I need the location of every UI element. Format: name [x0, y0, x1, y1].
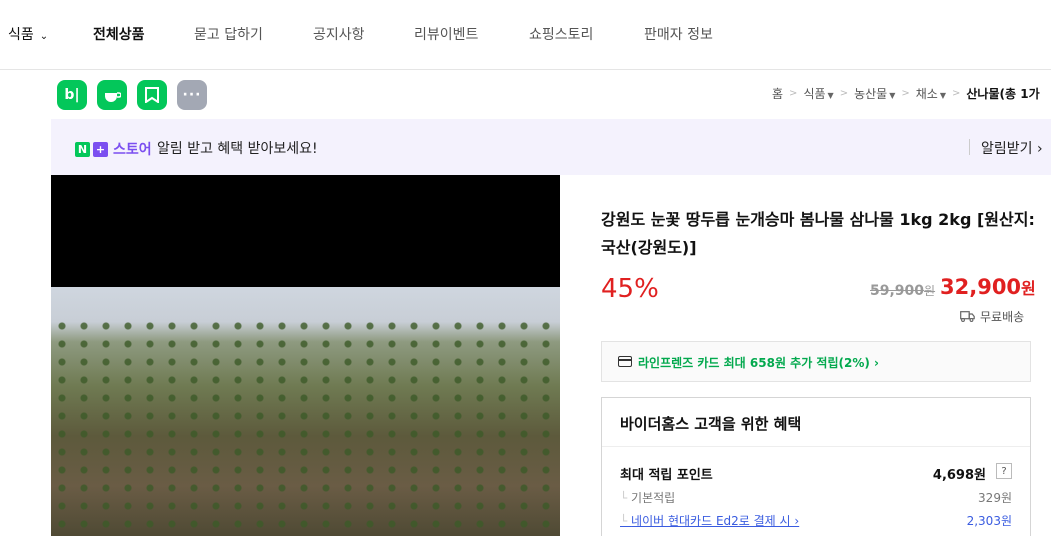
card-point-link[interactable]: 네이버 현대카드 Ed2로 결제 시 › [620, 512, 799, 529]
blog-share-label: b| [64, 87, 80, 103]
breadcrumb-level1[interactable]: 식품 ▼ [803, 85, 833, 102]
original-price-value: 59,900 [870, 283, 925, 299]
bookmark-k-icon [145, 87, 159, 103]
benefit-box: 바이더홈스 고객을 위한 혜택 최대 적립 포인트 4,698원 ? 기본적립 … [601, 397, 1031, 536]
triangle-down-icon: ▼ [939, 91, 946, 100]
truck-icon [960, 311, 975, 322]
nav-review-event[interactable]: 리뷰이벤트 [414, 24, 478, 44]
blog-share-icon[interactable]: b| [57, 80, 87, 110]
nav-shopping-story[interactable]: 쇼핑스토리 [529, 24, 593, 44]
basic-point-value: 329원 [978, 491, 1012, 505]
breadcrumb-level1-label: 식품 [803, 87, 826, 101]
max-point-value: 4,698원 [932, 468, 986, 483]
breadcrumb-separator: > [901, 88, 910, 99]
breadcrumb-level2[interactable]: 농산물 ▼ [854, 85, 895, 102]
original-price: 59,900원 [870, 282, 935, 299]
help-icon[interactable]: ? [996, 463, 1012, 479]
original-price-unit: 원 [924, 284, 936, 298]
product-title: 강원도 눈꽃 땅두릅 눈개승마 봄나물 삼나물 1kg 2kg [원산지:국산(… [601, 210, 1035, 257]
breadcrumb-separator: > [952, 88, 961, 99]
breadcrumb: 홈 > 식품 ▼ > 농산물 ▼ > 채소 ▼ > 산나물(총 1가 [772, 85, 1040, 102]
breadcrumb-level3[interactable]: 채소 ▼ [916, 85, 946, 102]
store-logo-text: 스토어 [113, 142, 152, 158]
card-promo-text: 라인프렌즈 카드 최대 658원 추가 적립(2%) › [638, 356, 879, 370]
product-main-image[interactable] [51, 175, 560, 536]
more-share-label: ··· [182, 87, 202, 103]
banner-divider [969, 139, 970, 155]
benefit-divider [602, 446, 1030, 447]
nav-all-products[interactable]: 전체상품 [93, 24, 145, 44]
cafe-share-icon[interactable] [97, 80, 127, 110]
breadcrumb-level3-label: 채소 [915, 87, 938, 101]
store-alert-banner: N + 스토어 알림 받고 혜택 받아보세요! 알림받기 › [51, 119, 1051, 175]
cafe-cup-icon [105, 92, 121, 102]
nav-notice[interactable]: 공지사항 [313, 24, 365, 44]
plant-texture [51, 317, 560, 536]
breadcrumb-separator: > [839, 88, 849, 99]
card-promo-box[interactable]: 라인프렌즈 카드 최대 658원 추가 적립(2%) › [601, 341, 1031, 382]
shipping-info: 무료배송 [960, 308, 1024, 325]
benefit-title: 바이더홈스 고객을 위한 혜택 [620, 415, 802, 433]
discount-rate: 45% [601, 274, 659, 304]
field-photo [51, 287, 560, 536]
nav-qna[interactable]: 묻고 답하기 [194, 24, 263, 44]
breadcrumb-home[interactable]: 홈 [772, 85, 783, 102]
breadcrumb-level2-label: 농산물 [854, 87, 888, 101]
sale-price: 32,900원 [940, 275, 1036, 299]
breadcrumb-separator: > [789, 88, 798, 99]
sale-price-value: 32,900 [940, 275, 1022, 299]
shipping-label: 무료배송 [980, 310, 1025, 324]
triangle-down-icon: ▼ [827, 91, 834, 100]
subscribe-alert-button[interactable]: 알림받기 › [981, 138, 1043, 158]
credit-card-icon [618, 356, 632, 367]
basic-point-label: 기본적립 [620, 489, 675, 506]
plus-icon: + [93, 141, 108, 157]
nav-seller-info[interactable]: 판매자 정보 [644, 24, 713, 44]
card-point-value: 2,303원 [966, 514, 1012, 528]
store-top-nav: 식품 ⌄ 전체상품 묻고 답하기 공지사항 리뷰이벤트 쇼핑스토리 판매자 정보 [0, 0, 1051, 70]
max-point-label: 최대 적립 포인트 [620, 468, 713, 483]
chevron-down-icon: ⌄ [39, 31, 49, 42]
naver-n-icon: N [75, 141, 90, 157]
banner-message: 알림 받고 혜택 받아보세요! [157, 141, 318, 157]
more-share-icon[interactable]: ··· [177, 80, 207, 110]
sale-price-unit: 원 [1021, 279, 1036, 298]
nstore-logo: N + 스토어 [75, 139, 152, 159]
kakao-share-icon[interactable] [137, 80, 167, 110]
breadcrumb-current[interactable]: 산나물(총 1가 [966, 85, 1039, 102]
nav-category-label: 식품 [8, 27, 34, 43]
nav-category-dropdown[interactable]: 식품 ⌄ [8, 24, 48, 44]
triangle-down-icon: ▼ [889, 91, 896, 100]
